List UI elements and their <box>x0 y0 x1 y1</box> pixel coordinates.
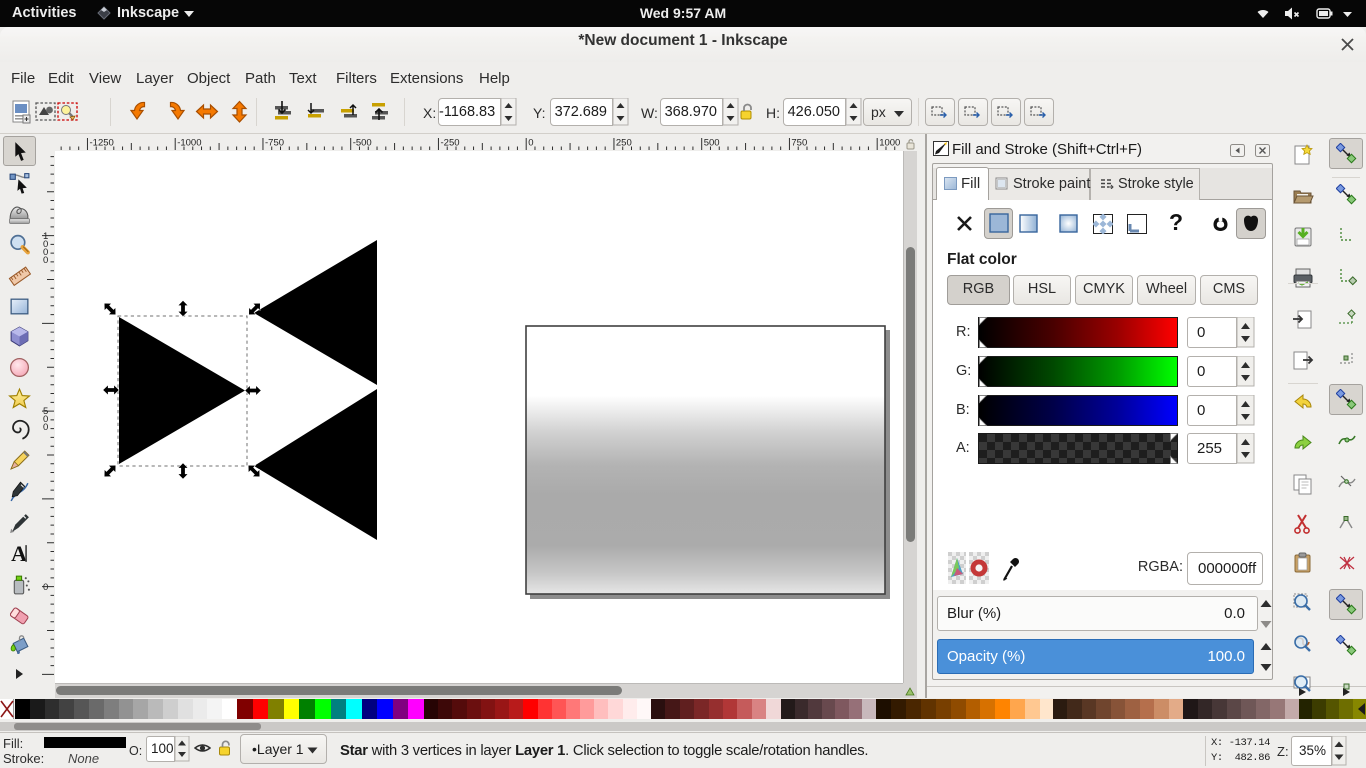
svg-text:-250: -250 <box>441 138 460 149</box>
svg-text:0: 0 <box>528 138 533 149</box>
svg-text:-750: -750 <box>265 138 284 149</box>
svg-text:A: A <box>11 542 27 565</box>
svg-text:-500: -500 <box>353 138 372 149</box>
svg-text:-1250: -1250 <box>90 138 114 149</box>
svg-text:750: 750 <box>791 138 807 149</box>
svg-text:0: 0 <box>43 582 48 593</box>
svg-text:0: 0 <box>43 422 48 433</box>
svg-text:0: 0 <box>43 255 48 266</box>
svg-text:250: 250 <box>616 138 632 149</box>
svg-text:1000: 1000 <box>879 138 900 149</box>
svg-text:-1000: -1000 <box>177 138 201 149</box>
svg-text:500: 500 <box>704 138 720 149</box>
